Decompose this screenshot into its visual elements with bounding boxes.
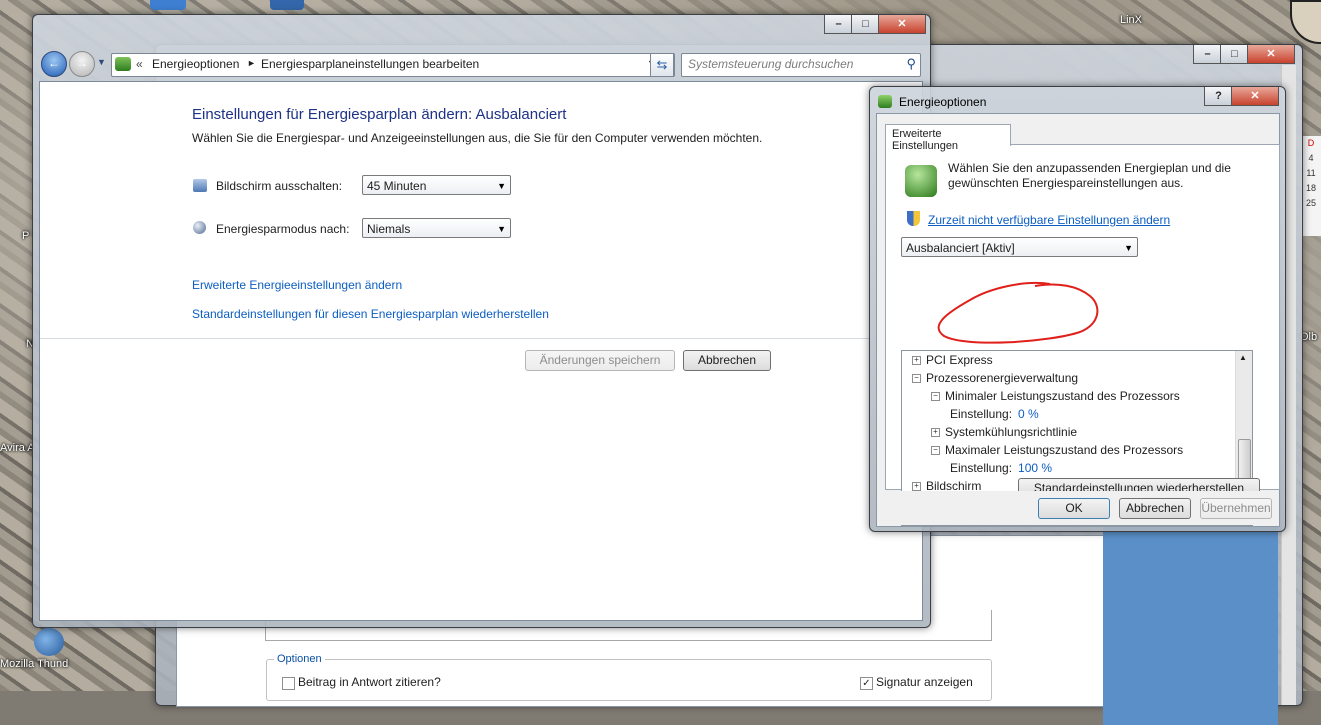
refresh-button[interactable]: ⇆ [650,53,674,77]
tree-item-label: Systemkühlungsrichtlinie [945,425,1078,439]
control-panel-icon [115,57,131,71]
desktop-icon-label-avira[interactable]: Avira A [0,442,35,454]
options-legend: Optionen [274,653,325,665]
tree-item-label: Maximaler Leistungszustand des Prozessor… [945,443,1184,457]
uac-shield-icon [907,211,920,226]
tree-item[interactable]: − Maximaler Leistungszustand des Prozesso… [931,441,1183,459]
quote-checkbox[interactable] [282,677,295,690]
scroll-up-arrow[interactable]: ▲ [1239,353,1247,362]
desktop-icon-label-mozilla[interactable]: Mozilla Thund [0,658,68,670]
breadcrumb-separator-icon[interactable]: ► [247,58,256,68]
back-button[interactable]: ← [41,51,67,77]
tree-item[interactable]: Einstellung: 100 % [950,459,1052,477]
display-off-label: Bildschirm ausschalten: [216,179,343,193]
breadcrumb-current[interactable]: Energiesparplaneinstellungen bearbeiten [261,57,479,71]
maximize-button[interactable]: □ [851,15,880,34]
minimize-button[interactable]: – [824,15,853,34]
unavailable-settings-link[interactable]: Zurzeit nicht verfügbare Einstellungen ä… [928,213,1170,227]
display-off-value: 45 Minuten [367,179,427,193]
breadcrumb-energieoptionen[interactable]: Energieoptionen [152,57,239,71]
calendar-day: 18 [1305,183,1316,193]
chevron-down-icon: ▼ [497,181,506,191]
tree-item-label: PCI Express [926,353,993,367]
tree-item[interactable]: + Systemkühlungsrichtlinie [931,423,1077,441]
restore-defaults-link[interactable]: Standardeinstellungen für diesen Energie… [192,307,549,321]
tree-item-label: Einstellung: [950,407,1013,421]
forward-button[interactable]: → [69,51,95,77]
expand-icon[interactable]: + [931,428,940,438]
sleep-label: Energiesparmodus nach: [216,222,350,236]
signature-checkbox[interactable]: ✓ [860,677,873,690]
display-clock-icon [193,179,207,192]
quote-label: Beitrag in Antwort zitieren? [298,675,441,689]
calendar-gadget: D 4 11 18 25 [1301,136,1321,236]
dialog-intro-text: Wählen Sie den anzupassenden Energieplan… [948,161,1231,190]
search-input[interactable]: Systemsteuerung durchsuchen ⚲ [681,53,921,77]
dialog-app-icon [878,95,892,108]
breadcrumb-overflow[interactable]: « [136,57,143,71]
calendar-day: D [1307,138,1315,148]
plan-value: Ausbalanciert [Aktiv] [906,241,1015,255]
background-close-button[interactable]: ✕ [1247,45,1295,64]
tree-item[interactable]: − Minimaler Leistungszustand des Prozesso… [931,387,1180,405]
desktop-shortcut-icon[interactable] [270,0,304,10]
ok-button[interactable]: OK [1038,498,1110,519]
desktop-shortcut-icon[interactable] [150,0,186,10]
expand-icon[interactable]: + [912,356,921,366]
display-off-select[interactable]: 45 Minuten ▼ [362,175,511,195]
tree-item-label: Prozessorenergieverwaltung [926,371,1079,385]
red-annotation-ellipse [937,281,1099,344]
calendar-day: 4 [1308,153,1314,163]
tree-item[interactable]: Einstellung: 0 % [950,405,1039,423]
page-subtitle: Wählen Sie die Energiespar- und Anzeigee… [192,131,763,145]
tree-item-label: Minimaler Leistungszustand des Prozessor… [945,389,1180,403]
collapse-icon[interactable]: − [912,374,921,384]
tree-item-value[interactable]: 0 % [1018,407,1039,421]
address-bar[interactable]: « Energieoptionen ► Energiesparplaneinst… [111,53,675,77]
battery-plug-icon [905,165,937,197]
background-maximize-button[interactable]: □ [1220,45,1249,64]
desktop-letter-p: P [22,230,30,242]
signature-label: Signatur anzeigen [876,675,973,689]
desktop-icon-label-linx[interactable]: LinX [1120,14,1142,26]
search-icon[interactable]: ⚲ [906,56,916,72]
page-title: Einstellungen für Energiesparplan ändern… [192,106,567,123]
history-dropdown-icon[interactable]: ▼ [97,57,106,67]
search-placeholder: Systemsteuerung durchsuchen [688,57,854,71]
sleep-select[interactable]: Niemals ▼ [362,218,511,238]
expand-icon[interactable]: + [912,482,921,492]
dialog-close-button[interactable]: ✕ [1231,87,1279,106]
close-button[interactable]: ✕ [878,15,926,34]
calendar-day: 25 [1305,198,1316,208]
chevron-down-icon: ▼ [1124,243,1133,253]
tree-item[interactable]: − Prozessorenergieverwaltung [912,369,1078,387]
collapse-icon[interactable]: − [931,392,940,402]
dialog-cancel-button[interactable]: Abbrechen [1119,498,1191,519]
tree-item-label: Einstellung: [950,461,1013,475]
advanced-settings-link[interactable]: Erweiterte Energieeinstellungen ändern [192,278,402,292]
background-blue-panel [1103,525,1278,725]
cancel-button[interactable]: Abbrechen [683,350,771,371]
sleep-moon-icon [193,221,206,234]
chevron-down-icon: ▼ [497,224,506,234]
plan-select[interactable]: Ausbalanciert [Aktiv] ▼ [901,237,1138,257]
power-plan-window: – □ ✕ ← → ▼ « Energieoptionen ► Energies… [32,14,931,628]
apply-button[interactable]: Übernehmen [1200,498,1272,519]
help-button[interactable]: ? [1204,87,1233,106]
sleep-value: Niemals [367,222,411,236]
calendar-day: 11 [1306,168,1316,178]
tree-item-value[interactable]: 100 % [1018,461,1052,475]
tab-advanced-settings-label: Erweiterte Einstellungen [892,128,959,152]
mozilla-shortcut-icon[interactable] [34,628,64,656]
tree-item[interactable]: + PCI Express [912,351,993,369]
divider [40,338,922,339]
tab-advanced-settings[interactable]: Erweiterte Einstellungen [885,124,1011,152]
background-minimize-button[interactable]: – [1193,45,1222,64]
save-changes-button[interactable]: Änderungen speichern [525,350,675,371]
collapse-icon[interactable]: − [931,446,940,456]
main-content-pane: Einstellungen für Energiesparplan ändern… [39,81,923,621]
dialog-title: Energieoptionen [899,95,987,109]
